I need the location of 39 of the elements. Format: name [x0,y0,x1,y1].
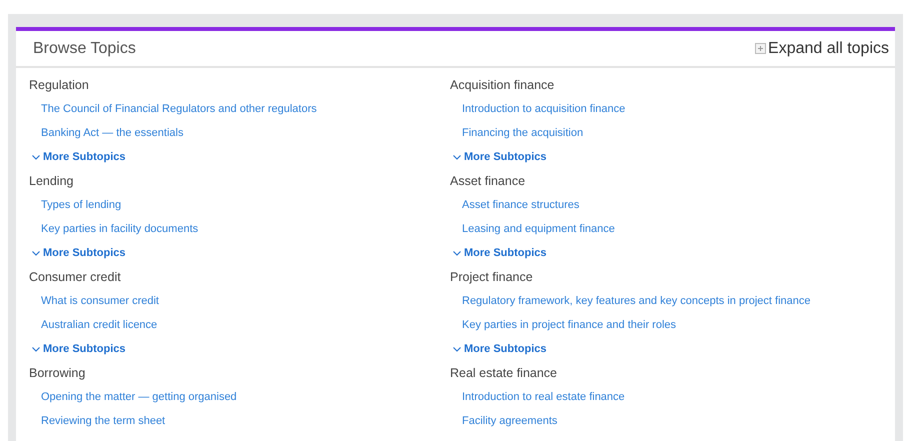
subtopic-link[interactable]: Banking Act — the essentials [41,124,184,142]
subtopic-link[interactable]: The Council of Financial Regulators and other regulators [41,100,317,118]
more-subtopics-link[interactable]: More Subtopics [453,244,547,262]
chevron-down-icon [32,250,40,256]
more-subtopics-link[interactable]: More Subtopics [32,244,126,262]
chevron-down-icon [453,154,461,160]
subtopic-link[interactable]: Key parties in project finance and their roles [462,316,676,334]
chevron-down-icon [32,346,40,352]
subtopic-link[interactable]: Types of lending [41,196,122,214]
subtopic-link[interactable]: Australian credit licence [41,316,158,334]
topic-heading: Consumer credit [29,268,122,286]
topic-heading: Lending [29,172,74,190]
more-subtopics-link[interactable]: More Subtopics [32,148,126,166]
chevron-down-icon [32,154,40,160]
subtopic-link[interactable]: Financing the acquisition [462,124,584,142]
topic-heading: Real estate finance [450,364,558,382]
topic-heading: Asset finance [450,172,526,190]
more-subtopics-link[interactable]: More Subtopics [32,340,126,358]
more-subtopics-link[interactable]: More Subtopics [453,340,547,358]
subtopic-link[interactable]: What is consumer credit [41,292,159,310]
subtopic-link[interactable]: Leasing and equipment finance [462,220,615,238]
topic-heading: Project finance [450,268,534,286]
subtopic-link[interactable]: Introduction to acquisition finance [462,100,626,118]
topic-heading: Borrowing [29,364,86,382]
subtopic-link[interactable]: Reviewing the term sheet [41,412,166,430]
subtopic-link[interactable]: Asset finance structures [462,196,580,214]
chevron-down-icon [453,346,461,352]
subtopic-link[interactable]: Regulatory framework, key features and key concepts in project finance [462,292,811,310]
more-subtopics-link[interactable]: More Subtopics [453,148,547,166]
subtopic-link[interactable]: Facility agreements [462,412,558,430]
expand-all-link[interactable]: Expand all topics [755,36,889,60]
subtopic-link[interactable]: Introduction to real estate finance [462,388,625,406]
plus-box-icon [755,43,766,54]
panel-title: Browse Topics [33,38,136,58]
chevron-down-icon [453,250,461,256]
topic-heading: Regulation [29,76,90,94]
topic-heading: Acquisition finance [450,76,556,94]
subtopic-link[interactable]: Opening the matter — getting organised [41,388,237,406]
subtopic-link[interactable]: Key parties in facility documents [41,220,198,238]
